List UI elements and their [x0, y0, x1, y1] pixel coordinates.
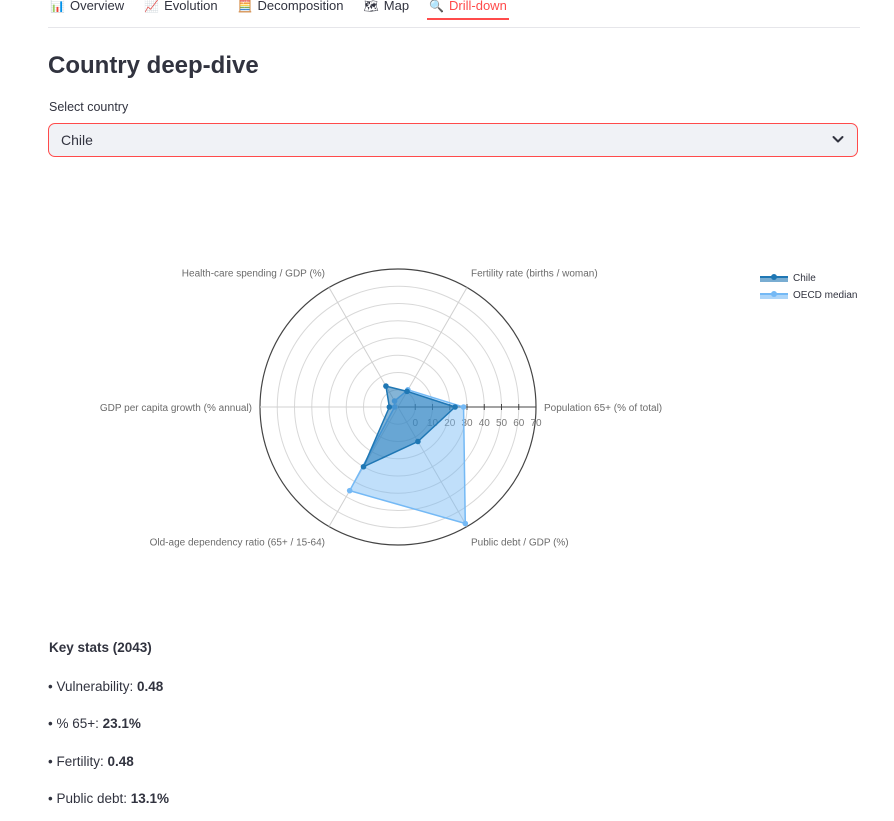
radial-tick-label: 60	[513, 418, 525, 429]
key-stats-title: Key stats (2043)	[49, 640, 152, 655]
legend-label: OECD median	[793, 290, 858, 301]
radar-point-chile	[415, 438, 421, 445]
tab-decomposition[interactable]: 🧮 Decomposition	[236, 0, 346, 19]
radial-tick-label: 70	[530, 418, 542, 429]
tab-row: 📊 Overview 📈 Evolution 🧮 Decomposition 🗺…	[48, 0, 509, 20]
radial-tick-label: 50	[496, 418, 508, 429]
magnifier-icon: 🔍	[429, 0, 445, 13]
radar-point-chile	[404, 388, 410, 395]
chart-legend: Chile OECD median	[760, 270, 857, 304]
radar-point-oecd-median	[346, 487, 353, 494]
radar-axis-label: Population 65+ (% of total)	[544, 403, 662, 414]
radar-chart: 010203040506070Population 65+ (% of tota…	[100, 268, 662, 548]
radar-axis-label: Public debt / GDP (%)	[471, 537, 569, 548]
radar-axis-label: GDP per capita growth (% annual)	[100, 403, 252, 414]
tab-evolution[interactable]: 📈 Evolution	[142, 0, 219, 19]
radar-point-oecd-median	[460, 404, 467, 410]
radar-point-chile	[452, 404, 458, 410]
legend-swatch-chile	[760, 273, 788, 282]
legend-swatch-oecd-median	[760, 290, 788, 299]
stat-fertility: • Fertility: 0.48	[48, 754, 134, 769]
radar-point-chile	[360, 463, 367, 470]
abacus-icon: 🧮	[237, 0, 253, 13]
legend-item-chile[interactable]: Chile	[760, 270, 857, 287]
radar-axis-label: Health-care spending / GDP (%)	[182, 269, 325, 280]
radar-point-oecd-median	[462, 520, 469, 527]
tab-label: Overview	[69, 0, 125, 13]
select-country-label: Select country	[49, 100, 129, 114]
page-title: Country deep-dive	[48, 52, 259, 79]
bar-chart-icon: 📊	[50, 0, 65, 13]
country-select-value: Chile	[61, 132, 93, 148]
country-select[interactable]: Chile	[48, 123, 858, 157]
radar-point-chile	[383, 383, 389, 389]
tab-drill-down[interactable]: 🔍 Drill-down	[427, 0, 509, 20]
chevron-down-icon	[832, 136, 844, 143]
tab-label: Evolution	[164, 0, 218, 13]
tab-label: Decomposition	[257, 0, 344, 13]
legend-label: Chile	[793, 273, 816, 284]
line-chart-icon: 📈	[144, 0, 160, 13]
tab-label: Map	[383, 0, 410, 13]
stat-vulnerability: • Vulnerability: 0.48	[48, 679, 164, 694]
map-icon: 🗺	[363, 0, 379, 13]
radar-point-chile	[386, 404, 393, 410]
radial-tick-label: 40	[479, 418, 491, 429]
radar-axis-label: Old-age dependency ratio (65+ / 15-64)	[150, 537, 325, 548]
radar-axis-label: Fertility rate (births / woman)	[471, 269, 598, 280]
tab-overview[interactable]: 📊 Overview	[48, 0, 126, 19]
stat-public-debt: • Public debt: 13.1%	[48, 791, 170, 806]
tab-map[interactable]: 🗺 Map	[362, 0, 412, 19]
stat-pct-65-plus: • % 65+: 23.1%	[48, 716, 141, 731]
tab-label: Drill-down	[449, 0, 507, 13]
legend-item-oecd-median[interactable]: OECD median	[760, 287, 857, 304]
